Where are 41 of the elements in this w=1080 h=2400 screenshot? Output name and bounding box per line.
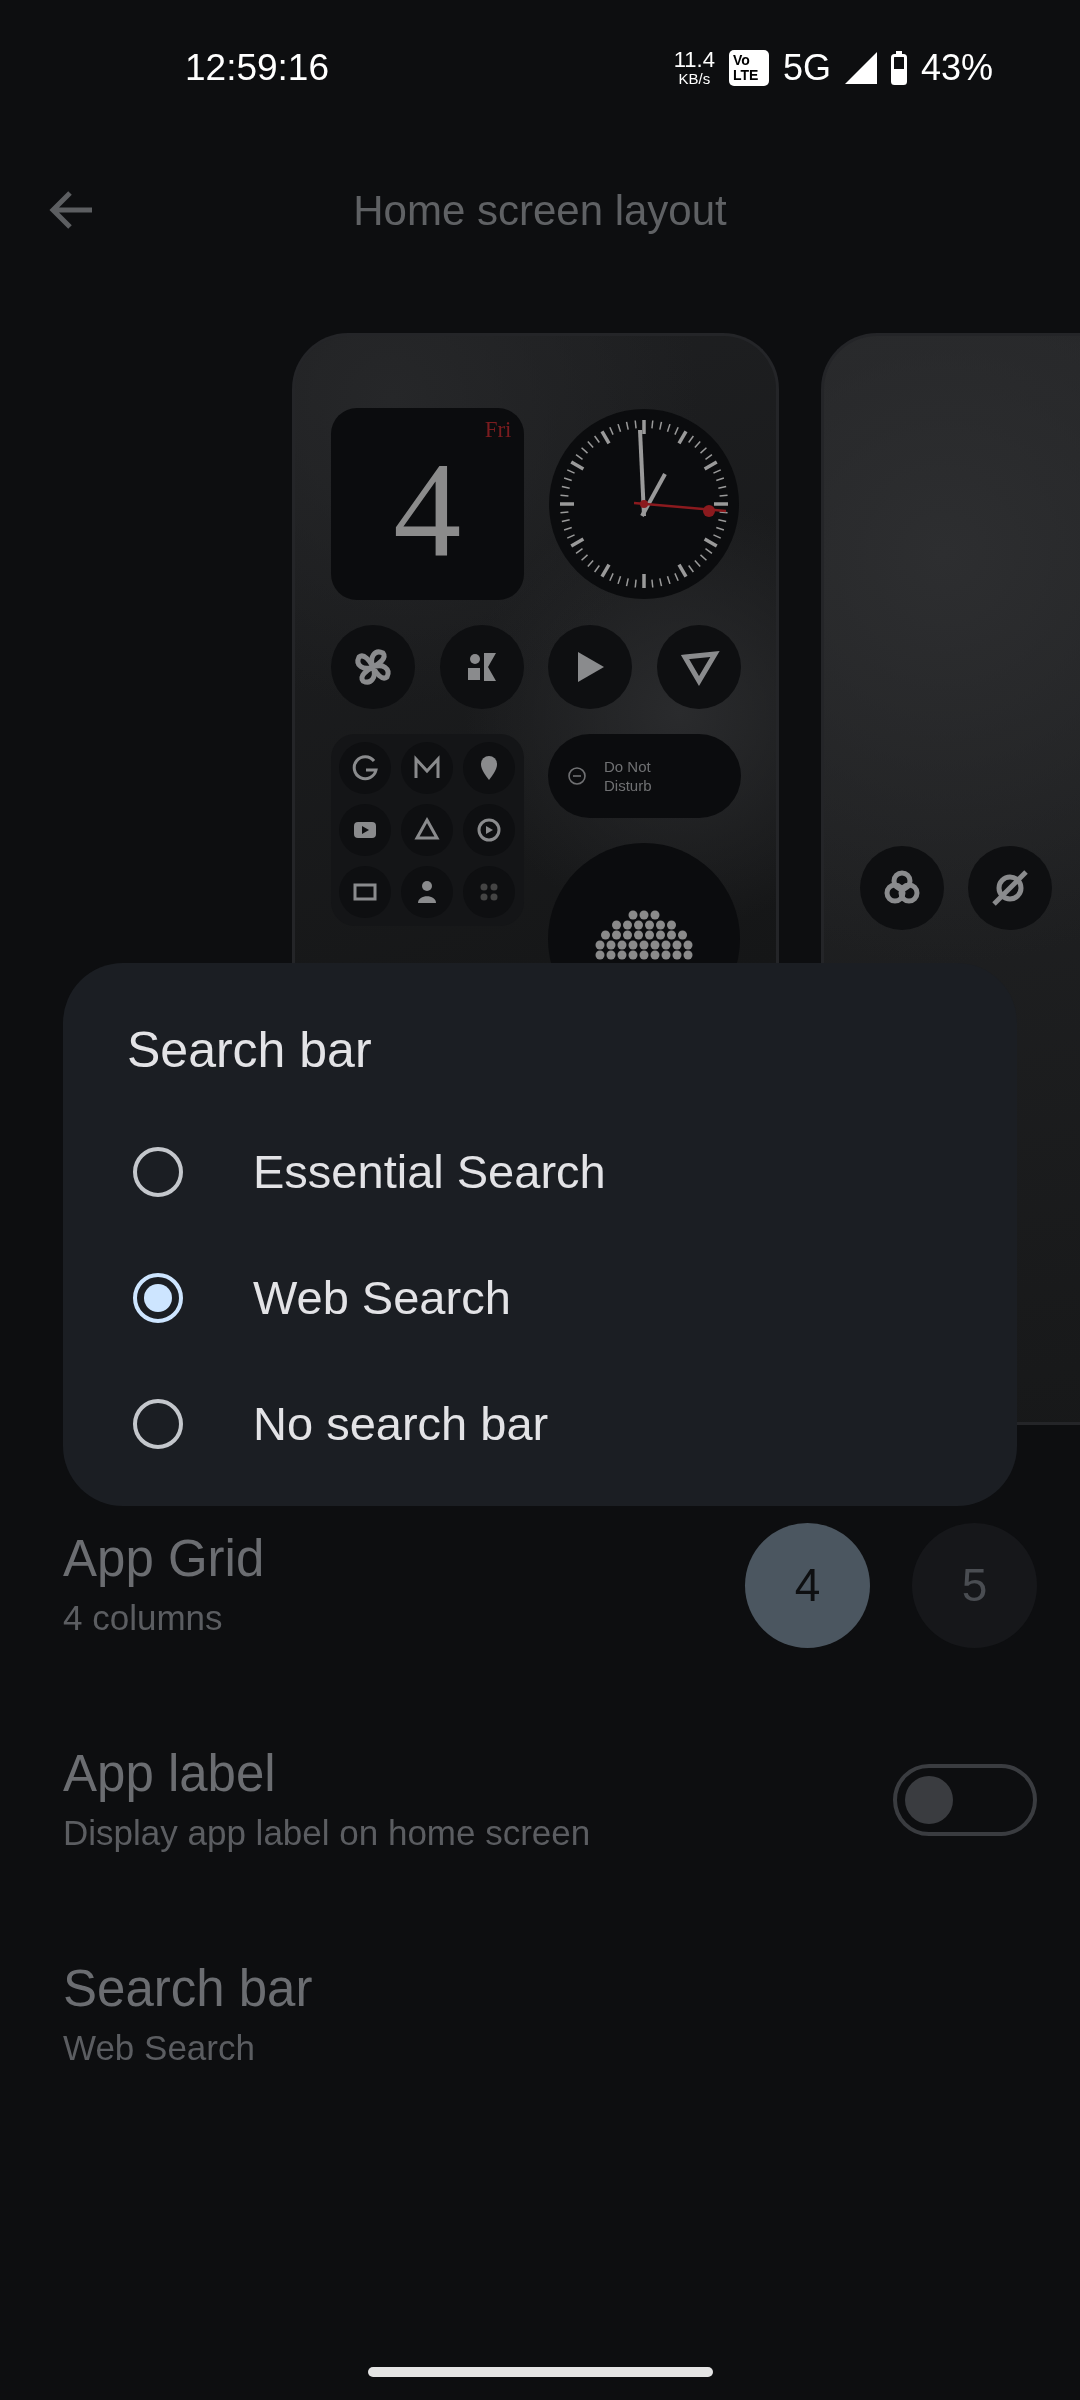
pinwheel-icon xyxy=(331,625,415,709)
battery-percent: 43% xyxy=(920,45,993,90)
play-icon xyxy=(548,625,632,709)
arc-icon xyxy=(339,742,391,794)
shapes-icon xyxy=(439,625,524,709)
radio-button[interactable] xyxy=(133,1147,183,1197)
option-label[interactable]: Essential Search xyxy=(253,1136,606,1208)
toggle-switch[interactable] xyxy=(893,1764,1037,1836)
network-type: 5G xyxy=(782,45,831,90)
zigzag-icon xyxy=(401,742,453,794)
triangle-outline-icon xyxy=(401,804,453,856)
pin-icon xyxy=(463,742,515,794)
minus-circle-icon xyxy=(568,767,586,785)
option-label[interactable]: No search bar xyxy=(253,1388,549,1460)
window-icon xyxy=(339,866,391,918)
disc-icon xyxy=(463,804,515,856)
setting-title: App Grid xyxy=(63,1529,265,1589)
dots-icon xyxy=(463,866,515,918)
signal-icon xyxy=(844,51,877,84)
back-button[interactable] xyxy=(48,190,94,230)
back-arrow-icon xyxy=(48,190,94,230)
screen-title: Home screen layout xyxy=(353,185,727,236)
play-button-icon xyxy=(339,804,391,856)
dialog-title: Search bar xyxy=(127,1021,373,1080)
person-icon xyxy=(401,866,453,918)
setting-subtitle: Display app label on home screen xyxy=(63,1812,591,1854)
radio-button[interactable] xyxy=(133,1399,183,1449)
volte-badge: Vo LTE xyxy=(728,49,769,86)
date-number: 4 xyxy=(392,442,463,578)
setting-subtitle: Web Search xyxy=(63,2027,256,2069)
slashed-circle-icon xyxy=(968,846,1052,930)
setting-title: Search bar xyxy=(63,1959,313,2019)
clock-time: 12:59:16 xyxy=(185,45,330,90)
setting-title: App label xyxy=(63,1744,277,1804)
dnd-label: Do Not Disturb xyxy=(604,757,653,795)
setting-subtitle: 4 columns xyxy=(63,1597,224,1639)
weekday-label: Fri xyxy=(484,418,512,441)
radio-button[interactable] xyxy=(133,1273,183,1323)
network-speed: 11.4 KB/s xyxy=(673,49,715,86)
option-label[interactable]: Web Search xyxy=(253,1262,511,1334)
battery-icon xyxy=(890,50,907,85)
